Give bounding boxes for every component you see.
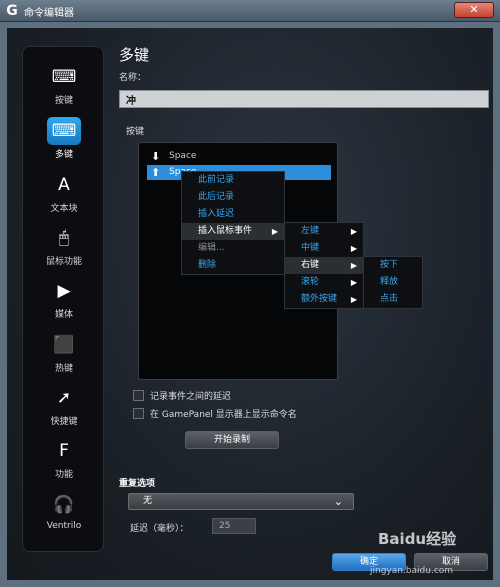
menu-item-release[interactable]: 释放: [364, 274, 422, 291]
name-label: 名称：: [119, 73, 147, 83]
watermark-url: jingyan.baidu.com: [370, 566, 454, 576]
menu-item-record-after[interactable]: 此后记录: [182, 189, 284, 206]
headset-icon: 🎧: [53, 495, 75, 515]
menu-item-extra-button[interactable]: 额外按键 ▶: [285, 291, 363, 308]
start-record-button[interactable]: 开始录制: [185, 431, 279, 449]
keys-label: 按键: [126, 127, 145, 137]
record-delays-label: 记录事件之间的延迟: [150, 392, 232, 402]
arrow-down-icon: ⬇: [151, 150, 161, 163]
menu-item-left-button[interactable]: 左键 ▶: [285, 223, 363, 240]
repeat-options-label: 重复选项: [119, 479, 156, 489]
mouse-submenu: 左键 ▶ 中键 ▶ 右键 ▶ 滚轮 ▶ 额外按键 ▶: [284, 222, 364, 309]
delay-label: 延迟（毫秒）：: [130, 524, 189, 534]
show-name-checkbox[interactable]: [133, 408, 144, 419]
chevron-down-icon: ⌄: [333, 495, 343, 508]
sidebar-item-ventrilo[interactable]: 🎧 Ventrilo: [23, 491, 105, 541]
menu-item-label: 插入鼠标事件: [198, 226, 253, 236]
submenu-arrow-icon: ▶: [350, 227, 357, 236]
window-title: 命令编辑器: [24, 8, 74, 19]
name-input[interactable]: [119, 90, 489, 108]
show-name-option[interactable]: 在 GamePanel 显示器上显示命令名: [133, 407, 297, 421]
title-bar: G 命令编辑器 ✕: [0, 0, 500, 22]
sidebar-item-label: 按键: [54, 96, 73, 106]
menu-item-right-button[interactable]: 右键 ▶: [285, 257, 363, 274]
submenu-arrow-icon: ▶: [350, 261, 357, 270]
key-label: Space: [169, 151, 197, 161]
record-delays-checkbox[interactable]: [133, 390, 144, 401]
sidebar-item-text-block[interactable]: A 文本块: [23, 171, 105, 221]
sidebar-item-label: 功能: [54, 470, 73, 480]
menu-item-insert-mouse-event[interactable]: 插入鼠标事件 ▶: [182, 223, 284, 240]
logitech-logo-icon: G: [6, 3, 18, 19]
repeat-select-value: 无: [143, 496, 153, 506]
close-button[interactable]: ✕: [454, 2, 494, 18]
watermark-text: Baidu经验: [378, 530, 457, 548]
sidebar-item-hotkey[interactable]: ⬛ 热键: [23, 331, 105, 381]
arrow-up-icon: ⬆: [151, 166, 161, 179]
sidebar-item-function[interactable]: F 功能: [23, 437, 105, 487]
multikey-icon: ⌨: [47, 117, 81, 145]
hotkey-icon: ⬛: [53, 335, 75, 355]
sidebar-item-label: 多键: [54, 150, 73, 160]
show-name-label: 在 GamePanel 显示器上显示命令名: [150, 410, 297, 420]
text-block-icon: A: [58, 175, 70, 195]
menu-item-edit[interactable]: 编辑...: [182, 240, 284, 257]
sidebar-item-mouse-function[interactable]: 🖱 鼠标功能: [23, 224, 105, 274]
play-icon: ▶: [57, 281, 71, 301]
submenu-arrow-icon: ▶: [350, 295, 357, 304]
delay-input[interactable]: [212, 518, 256, 534]
right-button-submenu: 按下 释放 点击: [363, 256, 423, 309]
function-icon: F: [59, 441, 69, 461]
submenu-arrow-icon: ▶: [350, 244, 357, 253]
page-title: 多键: [119, 46, 150, 64]
context-menu: 此前记录 此后记录 插入延迟 插入鼠标事件 ▶ 编辑... 删除: [181, 171, 285, 275]
sidebar-item-label: Ventrilo: [46, 521, 82, 531]
sidebar-item-label: 鼠标功能: [45, 257, 82, 267]
sidebar-item-multikey[interactable]: ⌨ 多键: [23, 117, 105, 167]
list-item[interactable]: ⬇ Space: [147, 149, 331, 164]
client-area: ⌨ 按键 ⌨ 多键 A 文本块 🖱 鼠标功能 ▶ 媒体 ⬛ 热键 ➚ 快捷键 F…: [7, 28, 493, 580]
sidebar-item-label: 热键: [54, 364, 73, 374]
key-icon: ⌨: [51, 67, 77, 87]
menu-item-delete[interactable]: 删除: [182, 257, 284, 274]
shortcut-arrow-icon: ➚: [56, 388, 72, 408]
sidebar-item-shortcut[interactable]: ➚ 快捷键: [23, 384, 105, 434]
sidebar-item-keystroke[interactable]: ⌨ 按键: [23, 63, 105, 113]
menu-item-insert-delay[interactable]: 插入延迟: [182, 206, 284, 223]
submenu-arrow-icon: ▶: [350, 278, 357, 287]
sidebar: ⌨ 按键 ⌨ 多键 A 文本块 🖱 鼠标功能 ▶ 媒体 ⬛ 热键 ➚ 快捷键 F…: [22, 46, 104, 552]
sidebar-item-label: 媒体: [54, 310, 73, 320]
repeat-select[interactable]: 无 ⌄: [128, 493, 354, 510]
sidebar-item-label: 快捷键: [50, 417, 78, 427]
window-frame: ⌨ 按键 ⌨ 多键 A 文本块 🖱 鼠标功能 ▶ 媒体 ⬛ 热键 ➚ 快捷键 F…: [0, 22, 500, 587]
menu-item-wheel[interactable]: 滚轮 ▶: [285, 274, 363, 291]
menu-item-middle-button[interactable]: 中键 ▶: [285, 240, 363, 257]
sidebar-item-media[interactable]: ▶ 媒体: [23, 277, 105, 327]
mouse-icon: 🖱: [58, 228, 70, 248]
submenu-arrow-icon: ▶: [271, 227, 278, 236]
menu-item-press[interactable]: 按下: [364, 257, 422, 274]
menu-item-click[interactable]: 点击: [364, 291, 422, 308]
menu-item-record-before[interactable]: 此前记录: [182, 172, 284, 189]
record-delays-option[interactable]: 记录事件之间的延迟: [133, 389, 231, 403]
sidebar-item-label: 文本块: [50, 204, 78, 214]
